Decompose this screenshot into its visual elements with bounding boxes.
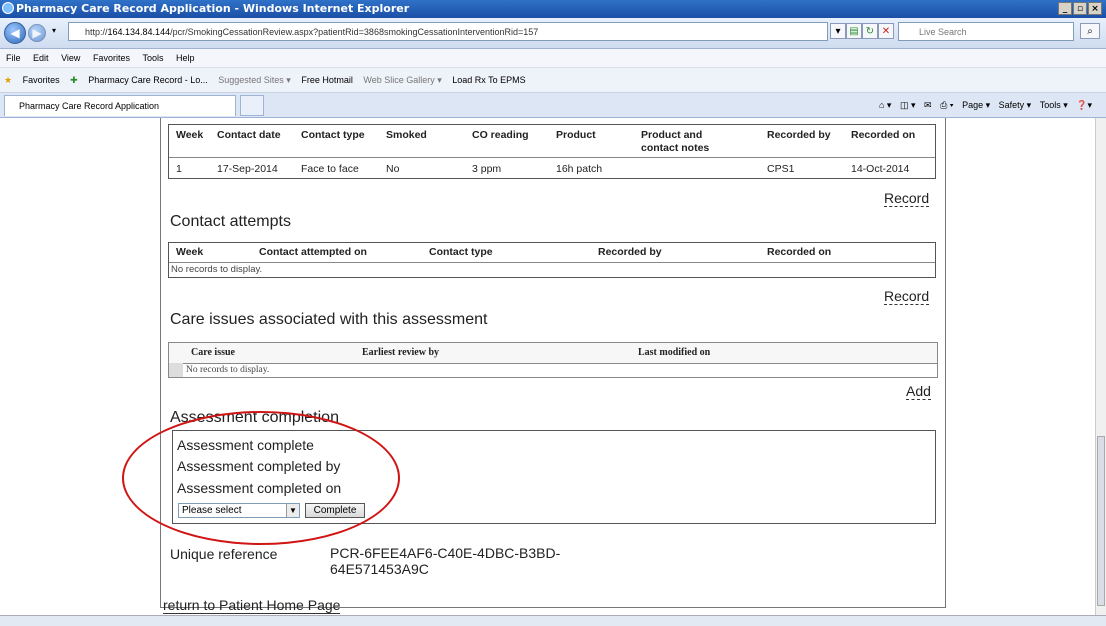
fav-suggested-sites[interactable]: Suggested Sites ▾ — [218, 75, 291, 85]
cell-product: 16h patch — [556, 163, 603, 175]
address-toolbar: ◀ ▶ ▾ http://164.134.84.144/pcr/SmokingC… — [0, 18, 1106, 49]
menu-view[interactable]: View — [61, 53, 80, 63]
mail-icon[interactable]: ✉ — [924, 100, 932, 110]
col-contact-date[interactable]: Contact date — [217, 129, 281, 141]
col-contact-type[interactable]: Contact type — [429, 246, 493, 258]
contacts-table-header: Week Contact date Contact type Smoked CO… — [169, 125, 935, 158]
maximize-button[interactable]: ▫ — [1073, 2, 1087, 15]
favorites-bar: ★ Favorites ✚ Pharmacy Care Record - Lo.… — [0, 68, 1106, 93]
cell-co-reading: 3 ppm — [472, 163, 502, 175]
address-bar[interactable]: http://164.134.84.144/pcr/SmokingCessati… — [68, 22, 828, 41]
annotation-ellipse — [122, 411, 400, 545]
col-recorded-by[interactable]: Recorded by — [598, 246, 662, 258]
col-co-reading[interactable]: CO reading — [472, 129, 529, 141]
search-icon[interactable]: ⌕ — [1080, 23, 1100, 39]
row-indicator — [169, 363, 183, 377]
col-smoked[interactable]: Smoked — [386, 129, 427, 141]
scrollbar-thumb[interactable] — [1097, 436, 1105, 606]
contact-attempts-title: Contact attempts — [170, 213, 291, 230]
favorites-button[interactable]: Favorites — [23, 75, 60, 85]
care-issues-header: Care issue Earliest review by Last modif… — [169, 343, 937, 364]
contact-attempts-header: Week Contact attempted on Contact type R… — [169, 243, 935, 263]
favorites-star-icon: ★ — [4, 75, 13, 85]
col-contact-attempted-on[interactable]: Contact attempted on — [259, 246, 367, 258]
col-recorded-on[interactable]: Recorded on — [851, 129, 915, 141]
col-recorded-by[interactable]: Recorded by — [767, 129, 831, 141]
menu-bar: File Edit View Favorites Tools Help — [0, 49, 1106, 68]
cell-recorded-by: CPS1 — [767, 163, 795, 175]
record-attempt-link[interactable]: Record — [884, 289, 930, 305]
fav-load-rx[interactable]: Load Rx To EPMS — [452, 75, 525, 85]
back-button[interactable]: ◀ — [4, 22, 26, 44]
col-week[interactable]: Week — [176, 246, 203, 258]
help-icon[interactable]: ❓▾ — [1076, 100, 1092, 110]
fav-free-hotmail[interactable]: Free Hotmail — [301, 75, 353, 85]
cell-contact-type: Face to face — [301, 163, 359, 175]
home-icon[interactable]: ⌂ ▾ — [879, 100, 891, 110]
ie-logo-icon — [2, 2, 14, 14]
col-product[interactable]: Product — [556, 129, 596, 141]
menu-help[interactable]: Help — [176, 53, 195, 63]
cell-smoked: No — [386, 163, 400, 175]
col-last-modified[interactable]: Last modified on — [638, 347, 710, 358]
unique-reference-value-1: PCR-6FEE4AF6-C40E-4DBC-B3BD- — [330, 545, 561, 561]
col-week[interactable]: Week — [176, 129, 203, 141]
stop-icon[interactable]: ✕ — [878, 23, 894, 39]
record-contact-link[interactable]: Record — [884, 191, 930, 207]
menu-edit[interactable]: Edit — [33, 53, 49, 63]
vertical-scrollbar[interactable] — [1095, 118, 1106, 615]
col-care-issue[interactable]: Care issue — [191, 347, 235, 358]
cell-contact-date: 17-Sep-2014 — [217, 163, 278, 175]
minimize-button[interactable]: _ — [1058, 2, 1072, 15]
cell-recorded-on: 14-Oct-2014 — [851, 163, 910, 175]
cell-week: 1 — [176, 163, 182, 175]
col-contact-type[interactable]: Contact type — [301, 129, 365, 141]
feeds-icon[interactable]: ◫ ▾ — [900, 100, 916, 110]
close-button[interactable]: × — [1088, 2, 1102, 15]
contact-attempts-table: Week Contact attempted on Contact type R… — [168, 242, 936, 278]
history-dropdown-icon[interactable]: ▾ — [52, 26, 56, 35]
safety-menu[interactable]: Safety ▾ — [999, 100, 1032, 110]
status-bar — [0, 615, 1106, 626]
print-icon[interactable]: ⎙ ▾ — [940, 100, 953, 110]
forward-button[interactable]: ▶ — [28, 24, 46, 42]
menu-favorites[interactable]: Favorites — [93, 53, 130, 63]
add-favorite-icon[interactable]: ✚ — [70, 75, 78, 85]
no-records-message: No records to display. — [171, 264, 263, 275]
window-title: Pharmacy Care Record Application - Windo… — [16, 2, 410, 15]
window-titlebar: Pharmacy Care Record Application - Windo… — [0, 0, 1106, 18]
search-input[interactable]: Live Search — [898, 22, 1074, 41]
menu-tools[interactable]: Tools — [142, 53, 163, 63]
tab-bar: Pharmacy Care Record Application ⌂ ▾ ◫ ▾… — [0, 93, 1106, 118]
page-menu[interactable]: Page ▾ — [962, 100, 990, 110]
tools-menu[interactable]: Tools ▾ — [1040, 100, 1068, 110]
add-care-issue-link[interactable]: Add — [906, 384, 931, 400]
care-issues-table: Care issue Earliest review by Last modif… — [168, 342, 938, 378]
tab-pharmacy-care-record[interactable]: Pharmacy Care Record Application — [4, 95, 236, 116]
col-recorded-on[interactable]: Recorded on — [767, 246, 831, 258]
no-records-message: No records to display. — [186, 365, 270, 375]
unique-reference-label: Unique reference — [170, 546, 278, 562]
col-product-notes[interactable]: Product and contact notes — [641, 129, 741, 155]
fav-web-slice-gallery[interactable]: Web Slice Gallery ▾ — [363, 75, 441, 85]
contacts-table: Week Contact date Contact type Smoked CO… — [168, 124, 936, 179]
unique-reference-value-2: 64E571453A9C — [330, 561, 429, 577]
col-earliest-review[interactable]: Earliest review by — [362, 347, 439, 358]
refresh-icon[interactable]: ↻ — [862, 23, 878, 39]
address-dropdown-icon[interactable]: ▾ — [830, 23, 846, 39]
menu-file[interactable]: File — [6, 53, 21, 63]
compatibility-icon[interactable]: ▤ — [846, 23, 862, 39]
new-tab-button[interactable] — [240, 95, 264, 116]
fav-pharmacy-care-record[interactable]: Pharmacy Care Record - Lo... — [88, 75, 208, 85]
care-issues-title: Care issues associated with this assessm… — [170, 311, 488, 328]
return-home-link[interactable]: return to Patient Home Page — [163, 598, 341, 614]
